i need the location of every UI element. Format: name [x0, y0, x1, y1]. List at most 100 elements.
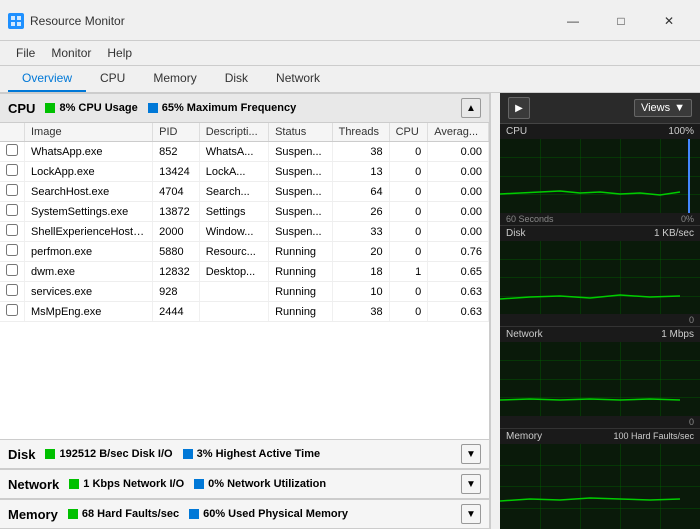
tab-overview[interactable]: Overview: [8, 66, 86, 92]
menu-help[interactable]: Help: [99, 43, 140, 63]
row-pid: 5880: [153, 242, 200, 262]
scrollbar[interactable]: [490, 93, 500, 529]
cpu-graph-right-label: 100%: [668, 126, 694, 137]
cpu-section-header[interactable]: CPU 8% CPU Usage 65% Maximum Frequency ▲: [0, 93, 489, 123]
col-cpu[interactable]: CPU: [389, 123, 428, 142]
col-image[interactable]: Image: [25, 123, 153, 142]
close-button[interactable]: ✕: [646, 6, 692, 36]
memory-graph-right-label: 100 Hard Faults/sec: [613, 431, 694, 442]
col-status[interactable]: Status: [269, 123, 333, 142]
row-image: LockApp.exe: [25, 162, 153, 182]
table-row[interactable]: ShellExperienceHost.exe 2000 Window... S…: [0, 222, 489, 242]
row-pid: 4704: [153, 182, 200, 202]
network-collapse-button[interactable]: ▼: [461, 474, 481, 494]
process-table: Image PID Descripti... Status Threads CP…: [0, 123, 489, 322]
cpu-graph-bottom-left: 60 Seconds: [506, 214, 554, 224]
row-threads: 26: [332, 202, 389, 222]
table-row[interactable]: dwm.exe 12832 Desktop... Running 18 1 0.…: [0, 262, 489, 282]
network-section-header[interactable]: Network 1 Kbps Network I/O 0% Network Ut…: [0, 469, 489, 499]
row-checkbox[interactable]: [0, 142, 25, 162]
disk-graph-label-row: Disk 1 KB/sec: [500, 226, 700, 241]
views-button[interactable]: Views ▼: [634, 99, 692, 117]
row-checkbox[interactable]: [0, 182, 25, 202]
memory-indicator1: 68 Hard Faults/sec: [68, 508, 179, 520]
menu-monitor[interactable]: Monitor: [43, 43, 99, 63]
network-label: Network: [8, 477, 59, 492]
tab-network[interactable]: Network: [262, 66, 334, 92]
memory-collapse-button[interactable]: ▼: [461, 504, 481, 524]
disk-graph-right-label: 1 KB/sec: [654, 228, 694, 239]
row-checkbox[interactable]: [0, 222, 25, 242]
memory-section-header[interactable]: Memory 68 Hard Faults/sec 60% Used Physi…: [0, 499, 489, 529]
row-checkbox[interactable]: [0, 282, 25, 302]
tab-cpu[interactable]: CPU: [86, 66, 139, 92]
expand-button[interactable]: ▶: [508, 97, 530, 119]
memory-graph-block: Memory 100 Hard Faults/sec: [500, 429, 700, 529]
row-status: Running: [269, 262, 333, 282]
row-desc: Desktop...: [199, 262, 268, 282]
table-row[interactable]: MsMpEng.exe 2444 Running 38 0 0.63: [0, 302, 489, 322]
tab-disk[interactable]: Disk: [211, 66, 262, 92]
graph-section: CPU 100%: [500, 124, 700, 529]
tab-bar: Overview CPU Memory Disk Network: [0, 66, 700, 93]
row-checkbox[interactable]: [0, 162, 25, 182]
table-row[interactable]: SearchHost.exe 4704 Search... Suspen... …: [0, 182, 489, 202]
network-graph-canvas: [500, 342, 700, 416]
cpu-collapse-button[interactable]: ▲: [461, 98, 481, 118]
memory-label: Memory: [8, 507, 58, 522]
row-desc: Search...: [199, 182, 268, 202]
table-row[interactable]: perfmon.exe 5880 Resourc... Running 20 0…: [0, 242, 489, 262]
disk-section-header[interactable]: Disk 192512 B/sec Disk I/O 3% Highest Ac…: [0, 439, 489, 469]
row-cpu: 0: [389, 242, 428, 262]
row-avg: 0.76: [428, 242, 489, 262]
minimize-button[interactable]: —: [550, 6, 596, 36]
col-desc[interactable]: Descripti...: [199, 123, 268, 142]
table-row[interactable]: services.exe 928 Running 10 0 0.63: [0, 282, 489, 302]
maximize-button[interactable]: □: [598, 6, 644, 36]
row-avg: 0.00: [428, 142, 489, 162]
col-avg[interactable]: Averag...: [428, 123, 489, 142]
row-cpu: 1: [389, 262, 428, 282]
title-bar-left: Resource Monitor: [8, 13, 125, 29]
row-pid: 2444: [153, 302, 200, 322]
table-row[interactable]: SystemSettings.exe 13872 Settings Suspen…: [0, 202, 489, 222]
row-desc: [199, 282, 268, 302]
disk-green-dot: [45, 449, 55, 459]
row-checkbox[interactable]: [0, 262, 25, 282]
menu-file[interactable]: File: [8, 43, 43, 63]
disk-graph-block: Disk 1 KB/sec: [500, 226, 700, 328]
disk-graph-label: Disk: [506, 228, 525, 239]
row-status: Running: [269, 282, 333, 302]
row-cpu: 0: [389, 162, 428, 182]
memory-graph-label-row: Memory 100 Hard Faults/sec: [500, 429, 700, 444]
disk-graph-canvas: [500, 241, 700, 315]
cpu-graph-svg: [500, 139, 700, 213]
row-status: Suspen...: [269, 202, 333, 222]
table-row[interactable]: LockApp.exe 13424 LockA... Suspen... 13 …: [0, 162, 489, 182]
row-checkbox[interactable]: [0, 202, 25, 222]
row-threads: 18: [332, 262, 389, 282]
row-status: Suspen...: [269, 162, 333, 182]
row-cpu: 0: [389, 282, 428, 302]
row-threads: 13: [332, 162, 389, 182]
row-threads: 64: [332, 182, 389, 202]
views-label: Views: [641, 102, 670, 114]
row-cpu: 0: [389, 182, 428, 202]
row-image: perfmon.exe: [25, 242, 153, 262]
window-title: Resource Monitor: [30, 14, 125, 28]
title-bar-buttons: — □ ✕: [550, 6, 692, 36]
right-panel: ▶ Views ▼ CPU 100%: [500, 93, 700, 529]
tab-memory[interactable]: Memory: [139, 66, 210, 92]
col-pid[interactable]: PID: [153, 123, 200, 142]
row-threads: 20: [332, 242, 389, 262]
row-image: SystemSettings.exe: [25, 202, 153, 222]
disk-collapse-button[interactable]: ▼: [461, 444, 481, 464]
network-graph-bottom-right: 0: [689, 417, 694, 427]
table-row[interactable]: WhatsApp.exe 852 WhatsA... Suspen... 38 …: [0, 142, 489, 162]
row-checkbox[interactable]: [0, 242, 25, 262]
row-cpu: 0: [389, 142, 428, 162]
col-threads[interactable]: Threads: [332, 123, 389, 142]
col-checkbox: [0, 123, 25, 142]
menu-bar: File Monitor Help: [0, 41, 700, 66]
row-checkbox[interactable]: [0, 302, 25, 322]
